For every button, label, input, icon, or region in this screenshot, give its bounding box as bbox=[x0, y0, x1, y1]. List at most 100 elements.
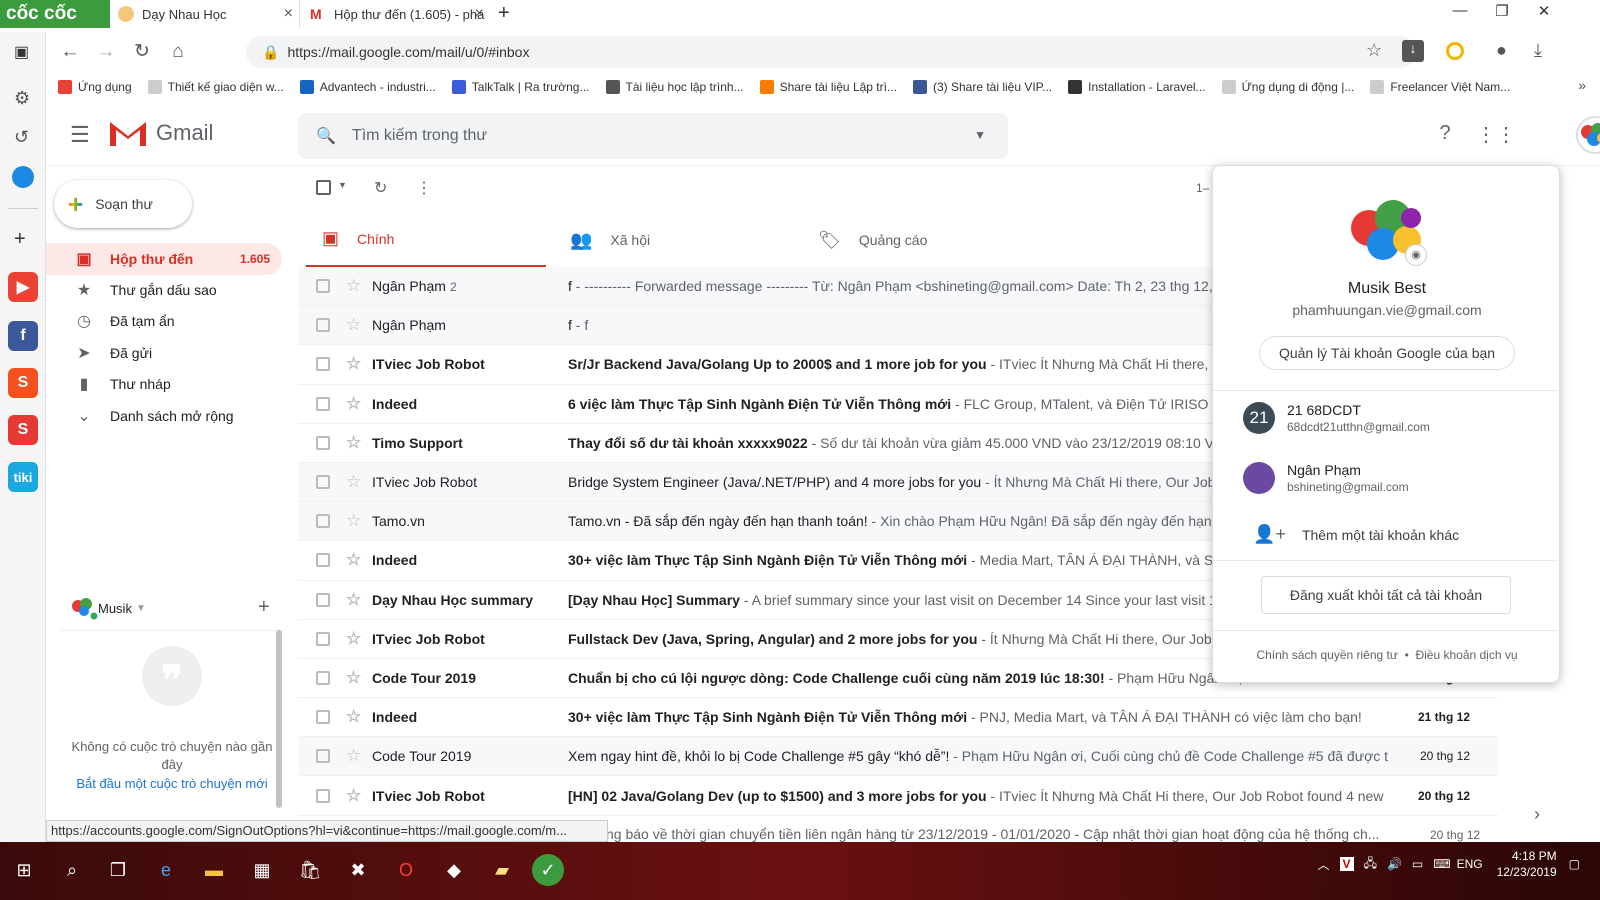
camera-icon[interactable]: ◉ bbox=[1405, 244, 1427, 266]
windows-start-icon[interactable]: ⊞ bbox=[6, 854, 42, 886]
tools-icon[interactable]: ✖ bbox=[340, 854, 376, 886]
window-close-icon[interactable]: ✕ bbox=[1524, 2, 1564, 26]
sidebar-item-drafts[interactable]: ▮ Thư nháp bbox=[46, 368, 282, 400]
bookmark-6[interactable]: (3) Share tài liệu VIP... bbox=[912, 80, 1052, 94]
bookmark-2[interactable]: Advantech - industri... bbox=[299, 80, 436, 94]
opera-icon[interactable]: O bbox=[388, 854, 424, 886]
back-icon[interactable]: ← bbox=[58, 40, 82, 64]
bookmark-apps[interactable]: Ứng dụng bbox=[58, 80, 132, 94]
chevron-down-icon[interactable]: ▼ bbox=[338, 180, 347, 190]
star-icon[interactable]: ☆ bbox=[346, 707, 361, 727]
search-input[interactable]: 🔍 Tìm kiếm trong thư ▼ bbox=[298, 113, 1008, 159]
maximize-icon[interactable]: ❐ bbox=[1482, 2, 1522, 26]
search-options-icon[interactable]: ▼ bbox=[974, 128, 986, 142]
keyboard-icon[interactable]: ⌨ bbox=[1433, 857, 1450, 871]
shopee-icon[interactable]: S bbox=[8, 368, 38, 398]
bookmark-7[interactable]: Installation - Laravel... bbox=[1068, 80, 1206, 94]
bookmarks-overflow-icon[interactable]: » bbox=[1578, 77, 1586, 93]
bookmark-9[interactable]: Freelancer Việt Nam... bbox=[1370, 80, 1510, 94]
star-icon[interactable]: ☆ bbox=[346, 511, 361, 531]
account-item[interactable]: 21 21 68DCDT 68dcdt21utthn@gmail.com bbox=[1243, 402, 1430, 434]
table-row[interactable]: ☆ Indeed 30+ việc làm Thực Tập Sinh Ngành … bbox=[298, 698, 1498, 738]
chevron-up-icon[interactable]: ︿ bbox=[1318, 856, 1330, 873]
star-icon[interactable]: ☆ bbox=[346, 276, 361, 296]
home-icon[interactable]: ⌂ bbox=[166, 40, 190, 64]
store-icon[interactable]: 🛍 bbox=[292, 854, 328, 886]
row-checkbox[interactable] bbox=[316, 357, 330, 372]
row-checkbox[interactable] bbox=[316, 631, 330, 646]
action-center-icon[interactable]: ▢ bbox=[1569, 857, 1580, 871]
tab-day-nhau-hoc[interactable]: Dạy Nhau Học × bbox=[110, 0, 300, 28]
file-explorer-icon[interactable]: ▬ bbox=[196, 854, 232, 886]
extension-icon[interactable] bbox=[1446, 42, 1464, 60]
gear-icon[interactable]: ⚙ bbox=[14, 88, 30, 109]
chevron-right-icon[interactable]: › bbox=[1534, 804, 1540, 825]
edge-icon[interactable]: e bbox=[148, 854, 184, 886]
messenger-icon[interactable] bbox=[12, 166, 34, 188]
partial-email-row[interactable]: ng báo về thời gian chuyển tiền liên ngâ… bbox=[606, 826, 1379, 842]
profile-icon[interactable]: ● bbox=[1496, 40, 1507, 61]
new-chat-icon[interactable]: + bbox=[258, 596, 270, 619]
chat-user[interactable]: Musik ▼ bbox=[70, 596, 146, 620]
bookmark-1[interactable]: Thiết kế giao diện w... bbox=[147, 80, 284, 94]
app-icon[interactable]: ▦ bbox=[244, 854, 280, 886]
sidebar-item-more[interactable]: ⌄ Danh sách mở rộng bbox=[46, 400, 282, 432]
refresh-icon[interactable]: ↻ bbox=[374, 178, 387, 198]
tiki-icon[interactable]: tiki bbox=[8, 462, 38, 492]
row-checkbox[interactable] bbox=[316, 553, 330, 568]
reload-icon[interactable]: ↻ bbox=[130, 40, 154, 64]
help-icon[interactable]: ? bbox=[1432, 122, 1458, 148]
gmail-logo[interactable]: Gmail bbox=[108, 118, 213, 148]
row-checkbox[interactable] bbox=[316, 279, 330, 294]
coccoc-icon[interactable]: ✓ bbox=[532, 854, 564, 886]
manage-account-button[interactable]: Quản lý Tài khoản Google của bạn bbox=[1259, 336, 1515, 370]
minimize-icon[interactable]: — bbox=[1440, 2, 1480, 26]
bookmark-5[interactable]: Share tài liệu Lập trì... bbox=[759, 80, 897, 94]
privacy-link[interactable]: Chính sách quyền riêng tư bbox=[1256, 648, 1397, 662]
youtube-icon[interactable]: ▶ bbox=[8, 272, 38, 302]
row-checkbox[interactable] bbox=[316, 592, 330, 607]
facebook-icon[interactable]: f bbox=[8, 321, 38, 351]
tab-promotions[interactable]: 🏷 Quảng cáo bbox=[802, 212, 1042, 268]
star-icon[interactable]: ☆ bbox=[346, 394, 361, 414]
tab-social[interactable]: 👥 Xã hội bbox=[554, 212, 794, 268]
sign-out-button[interactable]: Đăng xuất khỏi tất cả tài khoản bbox=[1261, 576, 1511, 614]
row-checkbox[interactable] bbox=[316, 318, 330, 333]
star-icon[interactable]: ☆ bbox=[346, 590, 361, 610]
search-icon[interactable]: 🔍 bbox=[316, 126, 336, 146]
sendo-icon[interactable]: S bbox=[8, 415, 38, 445]
sidebar-toggle-icon[interactable]: ▣ bbox=[14, 42, 29, 62]
menu-icon[interactable]: ☰ bbox=[70, 122, 90, 148]
star-icon[interactable]: ☆ bbox=[1366, 40, 1382, 61]
bookmark-3[interactable]: TalkTalk | Ra trường... bbox=[451, 80, 590, 94]
avatar[interactable] bbox=[1576, 116, 1600, 154]
row-checkbox[interactable] bbox=[316, 396, 330, 411]
forward-icon[interactable]: → bbox=[94, 40, 118, 64]
star-icon[interactable]: ☆ bbox=[346, 668, 361, 688]
add-icon[interactable]: + bbox=[14, 228, 26, 251]
language-indicator[interactable]: ENG bbox=[1457, 857, 1483, 871]
download-manager-icon[interactable]: ↓ bbox=[1402, 40, 1424, 62]
apps-grid-icon[interactable]: ⋮⋮ bbox=[1476, 122, 1516, 148]
sidebar-item-sent[interactable]: ➤ Đã gửi bbox=[46, 337, 282, 369]
close-icon[interactable]: × bbox=[475, 5, 484, 23]
download-icon[interactable]: ⤓ bbox=[1534, 40, 1542, 61]
tab-gmail-inbox[interactable]: M Hộp thư đến (1.605) - pha × bbox=[302, 0, 490, 28]
row-checkbox[interactable] bbox=[316, 788, 330, 803]
row-checkbox[interactable] bbox=[316, 475, 330, 490]
star-icon[interactable]: ☆ bbox=[346, 472, 361, 492]
star-icon[interactable]: ☆ bbox=[346, 786, 361, 806]
row-checkbox[interactable] bbox=[316, 670, 330, 685]
select-all-checkbox[interactable] bbox=[316, 180, 331, 195]
sidebar-item-starred[interactable]: ★ Thư gắn dấu sao bbox=[46, 274, 282, 306]
star-icon[interactable]: ☆ bbox=[346, 746, 361, 766]
notification-icon[interactable]: ▭ bbox=[1412, 857, 1423, 871]
antivirus-icon[interactable]: V bbox=[1339, 857, 1354, 871]
star-icon[interactable]: ☆ bbox=[346, 354, 361, 374]
row-checkbox[interactable] bbox=[316, 514, 330, 529]
tab-primary[interactable]: ▣ Chính bbox=[306, 212, 546, 268]
start-chat-link[interactable]: Bắt đầu một cuộc trò chuyện mới bbox=[68, 776, 276, 791]
chevron-down-icon[interactable]: ▼ bbox=[136, 603, 146, 614]
close-icon[interactable]: × bbox=[284, 5, 293, 23]
game-icon[interactable]: ◆ bbox=[436, 854, 472, 886]
